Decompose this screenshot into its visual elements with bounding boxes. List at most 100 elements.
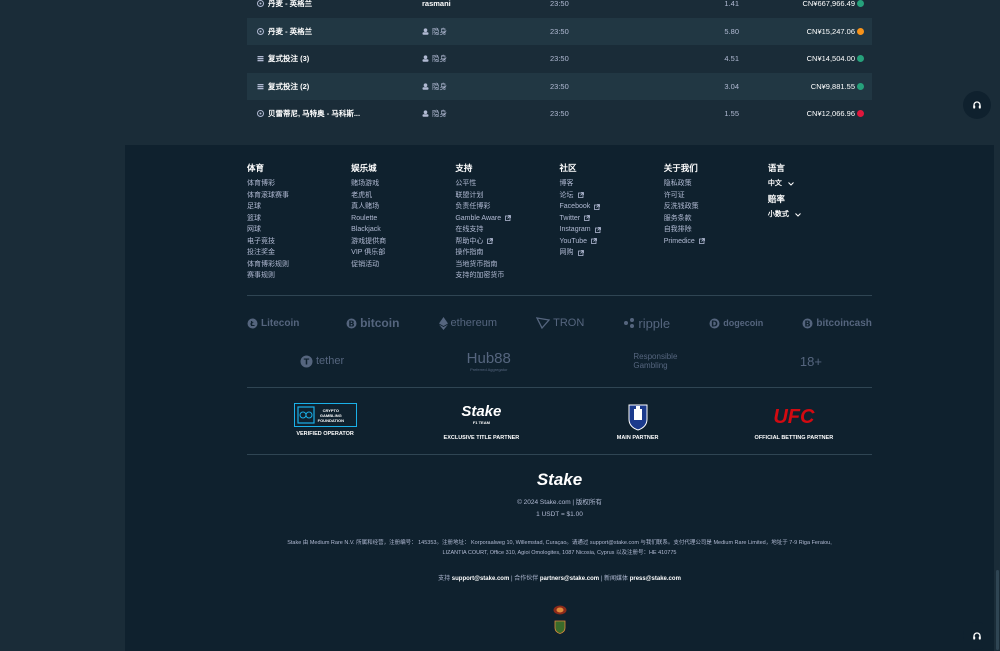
footer-link[interactable]: 博客 — [560, 178, 664, 190]
footer-link[interactable]: 体育博彩规则 — [247, 259, 351, 271]
footer-link[interactable]: 服务条款 — [664, 213, 768, 225]
footer-link[interactable]: 网购 — [560, 247, 664, 259]
footer-link[interactable]: Primedice — [664, 236, 768, 248]
footer-link[interactable]: 体育博彩 — [247, 178, 351, 190]
stake-f1-badge[interactable]: Stake F1 TEAM EXCLUSIVE TITLE PARTNER — [406, 403, 556, 441]
live-support-button-bottom[interactable] — [963, 622, 991, 650]
footer-link[interactable]: 网球 — [247, 224, 351, 236]
divider — [247, 387, 872, 388]
footer-link-label: 负责任博彩 — [455, 203, 491, 210]
legal-text-line-1: Stake 由 Medium Rare N.V. 所属和经营，注册编号： 145… — [287, 540, 832, 546]
license-badge-2[interactable] — [554, 620, 566, 634]
footer-link-label: 当地货币指南 — [455, 260, 498, 268]
footer-link-label: 公平性 — [455, 180, 477, 187]
footer-link[interactable]: 隐私政策 — [664, 178, 768, 190]
bet-user[interactable]: rasmani — [422, 0, 451, 8]
press-email-link[interactable]: press@stake.com — [630, 576, 681, 582]
footer-link[interactable]: 促销活动 — [351, 259, 455, 271]
bet-game[interactable]: 丹麦 - 英格兰 — [257, 26, 312, 37]
footer-link[interactable]: 在线支持 — [455, 224, 559, 236]
bet-payout: CN¥14,504.00 — [807, 54, 864, 63]
license-badge-1[interactable] — [553, 603, 567, 615]
footer-link[interactable]: 负责任博彩 — [455, 201, 559, 213]
footer-link[interactable]: 赛事规则 — [247, 270, 351, 282]
bet-row[interactable]: 贝雷蒂尼, 马特奥 - 马科斯... 隐身 23:50 1.55 CN¥12,066.9… — [247, 100, 872, 128]
external-link-icon — [577, 192, 584, 199]
crypto-gambling-foundation-badge[interactable]: CRYPTO GAMBLING FOUNDATION VERIFIED OPER… — [250, 403, 400, 441]
everton-crest-icon — [628, 404, 648, 431]
footer-link-label: 博客 — [559, 180, 574, 187]
bet-game-label: 复式投注 (2) — [268, 81, 310, 91]
footer-link[interactable]: 公平性 — [455, 178, 559, 190]
bet-game-label: 复式投注 (3) — [268, 54, 310, 64]
footer-link[interactable]: 篮球 — [247, 213, 351, 225]
everton-badge[interactable]: MAIN PARTNER — [563, 403, 713, 441]
bet-user: 隐身 — [422, 81, 447, 92]
scroll-thumb[interactable] — [996, 570, 999, 650]
responsible-gambling-logo: Responsible Gambling — [633, 352, 678, 370]
footer-link[interactable]: Blackjack — [351, 224, 455, 236]
hub88-logo: Hub88 Preferred Aggregator — [466, 350, 511, 372]
footer-link[interactable]: YouTube — [560, 236, 664, 248]
footer-link-label: 赛事规则 — [247, 272, 275, 279]
footer-link[interactable]: VIP 俱乐部 — [351, 247, 455, 259]
bet-game[interactable]: 贝雷蒂尼, 马特奥 - 马科斯... — [257, 108, 360, 119]
footer-link-label: 自我排除 — [663, 226, 692, 233]
footer-link-label: 赌场游戏 — [351, 180, 380, 187]
external-link-icon — [591, 238, 597, 245]
dogecoin-logo: D dogecoin — [709, 318, 763, 329]
ufc-badge[interactable]: UFC OFFICIAL BETTING PARTNER — [719, 403, 869, 441]
footer-link[interactable]: Twitter — [560, 213, 664, 225]
footer-link[interactable]: 自我排除 — [664, 224, 768, 236]
footer-link[interactable]: 许可证 — [664, 190, 768, 202]
bet-row[interactable]: 复式投注 (2) 隐身 23:50 3.04 CN¥9,881.55 — [247, 72, 872, 100]
page-scrollbar[interactable] — [994, 0, 1000, 651]
bet-row[interactable]: 丹麦 - 英格兰 隐身 23:50 5.80 CN¥15,247.06 — [247, 17, 872, 45]
footer-link[interactable]: 真人赌场 — [351, 201, 455, 213]
bet-user: 隐身 — [422, 53, 447, 64]
footer-link[interactable]: 体育滚球赛事 — [247, 190, 351, 202]
footer-link[interactable]: 老虎机 — [351, 190, 455, 202]
bet-row[interactable]: 复式投注 (3) 隐身 23:50 4.51 CN¥14,504.00 — [247, 45, 872, 73]
footer-link[interactable]: Facebook — [560, 201, 664, 213]
site-footer: 体育 体育博彩 体育滚球赛事 足球 篮球 网球 电子竞技 投注奖金 体育博彩规则 赛事规则 娱乐城赌… — [125, 145, 994, 651]
footer-link[interactable]: Instagram — [560, 224, 664, 236]
exchange-rate: 1 USDT = $1.00 — [536, 511, 583, 518]
footer-link[interactable]: 帮助中心 — [455, 236, 559, 248]
svg-text:Ł: Ł — [249, 320, 255, 328]
footer-link[interactable]: 反洗钱政策 — [664, 201, 768, 213]
footer-link[interactable]: 赌场游戏 — [351, 178, 455, 190]
bet-game[interactable]: 复式投注 (2) — [257, 81, 309, 92]
footer-link[interactable]: 足球 — [247, 201, 351, 213]
partners-email-link[interactable]: partners@stake.com — [540, 576, 599, 582]
footer-link[interactable]: Gamble Aware — [455, 213, 559, 225]
footer-link[interactable]: 操作指南 — [455, 247, 559, 259]
bet-game[interactable]: 复式投注 (3) — [257, 53, 309, 64]
footer-link[interactable]: 支持的加密货币 — [455, 270, 559, 282]
footer-link[interactable]: Roulette — [351, 213, 455, 225]
bets-table: 丹麦 - 英格兰 rasmani 23:50 1.41 CN¥667,966.49 丹麦 … — [247, 0, 872, 128]
stack-icon — [257, 55, 264, 62]
odds-format-select[interactable]: 小数式 — [768, 209, 872, 221]
footer-link-label: 体育博彩规则 — [247, 260, 289, 268]
tron-icon — [536, 317, 551, 329]
footer-link[interactable]: 论坛 — [560, 190, 664, 202]
footer-link-label: 篮球 — [247, 214, 261, 222]
bet-game-label: 丹麦 - 英格兰 — [268, 0, 313, 9]
footer-link[interactable]: 游戏提供商 — [351, 236, 455, 248]
footer-link[interactable]: 电子竞技 — [247, 236, 351, 248]
bet-game[interactable]: 丹麦 - 英格兰 — [257, 0, 312, 9]
support-email-link[interactable]: support@stake.com — [452, 576, 510, 582]
bet-row[interactable]: 丹麦 - 英格兰 rasmani 23:50 1.41 CN¥667,966.49 — [247, 0, 872, 18]
footer-link[interactable]: 联盟计划 — [455, 190, 559, 202]
partners-row: CRYPTO GAMBLING FOUNDATION VERIFIED OPER… — [247, 403, 872, 441]
stake-logo[interactable]: Stake — [125, 470, 994, 490]
footer-link[interactable]: 当地货币指南 — [455, 259, 559, 271]
live-support-button[interactable] — [963, 91, 991, 119]
footer-link[interactable]: 投注奖金 — [247, 247, 351, 259]
headset-icon — [973, 632, 981, 640]
bet-payout-value: CN¥667,966.49 — [802, 0, 855, 9]
language-select[interactable]: 中文 — [768, 178, 872, 190]
footer-link-label: Primedice — [663, 237, 695, 245]
language-title: 语言 — [767, 163, 785, 173]
